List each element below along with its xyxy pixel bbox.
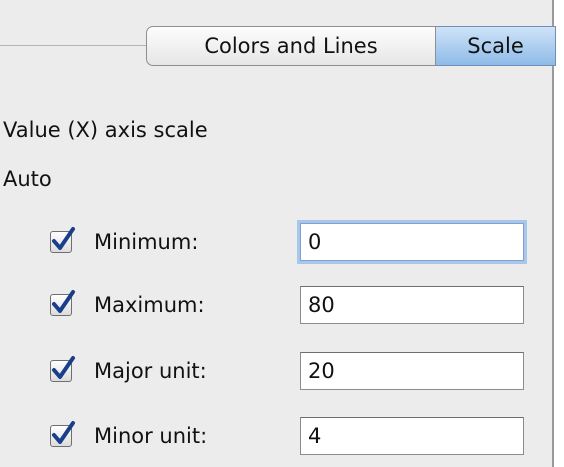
section-title: Value (X) axis scale [3,118,208,142]
maximum-label: Maximum: [94,293,205,317]
format-axis-panel: Colors and Lines Scale Value (X) axis sc… [0,0,556,467]
checkmark-icon [52,290,75,313]
checkmark-icon [52,421,75,444]
auto-label: Auto [3,167,52,191]
maximum-input[interactable] [300,286,524,324]
minor-unit-auto-checkbox[interactable] [50,421,75,447]
maximum-auto-checkbox[interactable] [50,290,75,316]
minimum-row: Minimum: [50,220,198,264]
minor-unit-input[interactable] [300,417,524,455]
tab-scale[interactable]: Scale [436,26,556,66]
minimum-input[interactable] [300,223,524,261]
major-unit-row: Major unit: [50,349,207,393]
major-unit-auto-checkbox[interactable] [50,356,75,382]
checkmark-icon [52,227,75,250]
tab-colors-and-lines[interactable]: Colors and Lines [146,26,436,66]
maximum-row: Maximum: [50,283,205,327]
major-unit-input[interactable] [300,352,524,390]
checkmark-icon [52,356,75,379]
minimum-auto-checkbox[interactable] [50,227,75,253]
minimum-label: Minimum: [94,230,199,254]
major-unit-label: Major unit: [94,359,207,383]
minor-unit-row: Minor unit: [50,414,207,458]
minor-unit-label: Minor unit: [94,424,208,448]
tab-bar: Colors and Lines Scale [146,26,556,66]
tab-divider-line [0,45,146,46]
